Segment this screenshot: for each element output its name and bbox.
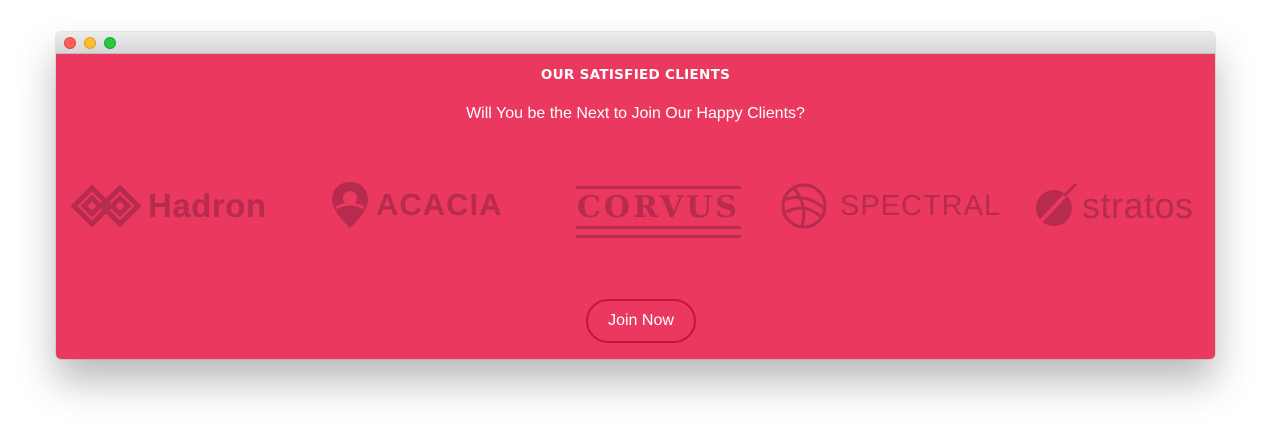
section-heading: OUR SATISFIED CLIENTS — [540, 67, 731, 83]
client-logo-spectral: SPECTRAL — [780, 182, 1001, 230]
browser-window: OUR SATISFIED CLIENTS Will You be the Ne… — [56, 32, 1215, 359]
minimize-window-button[interactable] — [84, 37, 96, 49]
logo-text-acacia: ACACIA — [376, 187, 503, 222]
globe-arc-icon — [781, 183, 827, 229]
client-logo-stratos: stratos — [1034, 182, 1194, 230]
client-logo-corvus: CORVUS — [576, 186, 741, 238]
logo-text-stratos: stratos — [1082, 185, 1194, 226]
circle-slash-icon — [1036, 182, 1078, 226]
logo-underline — [576, 235, 741, 238]
diamond-chain-icon — [70, 184, 142, 228]
logo-text-spectral: SPECTRAL — [840, 189, 1002, 222]
window-titlebar — [56, 32, 1215, 54]
logo-text-corvus: CORVUS — [576, 186, 741, 229]
location-pin-icon — [332, 182, 368, 228]
logo-text-hadron: Hadron — [148, 187, 267, 224]
client-logo-hadron: Hadron — [70, 184, 267, 228]
section-subheading: Will You be the Next to Join Our Happy C… — [466, 105, 805, 122]
maximize-window-button[interactable] — [104, 37, 116, 49]
close-window-button[interactable] — [64, 37, 76, 49]
clients-section: OUR SATISFIED CLIENTS Will You be the Ne… — [56, 54, 1215, 359]
join-now-button[interactable]: Join Now — [586, 299, 696, 343]
client-logo-acacia: ACACIA — [330, 180, 503, 230]
